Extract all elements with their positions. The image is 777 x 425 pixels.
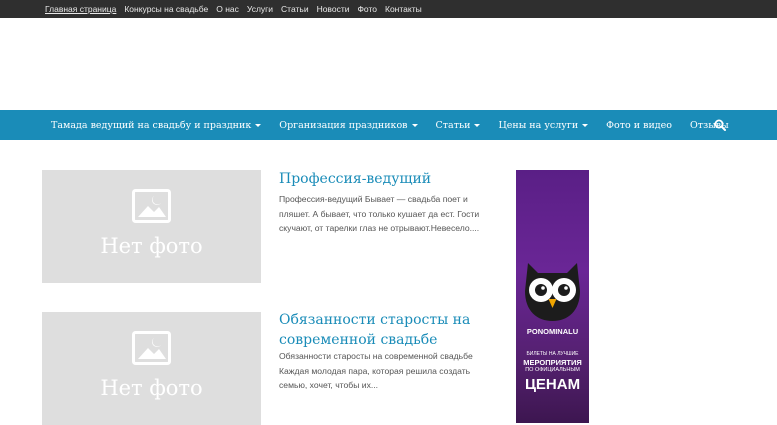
post-thumbnail[interactable]: Нет фото bbox=[42, 170, 261, 283]
nav-item-label: Статьи bbox=[435, 119, 471, 131]
nav-item-articles[interactable]: Статьи bbox=[427, 120, 490, 131]
top-link-contacts[interactable]: Контакты bbox=[385, 4, 422, 14]
caret-down-icon bbox=[582, 123, 589, 127]
caret-down-icon bbox=[255, 123, 262, 127]
top-link-photo[interactable]: Фото bbox=[357, 4, 377, 14]
nav-item-label: Фото и видео bbox=[606, 119, 672, 131]
banner-headline: ЦЕНАМ bbox=[524, 376, 581, 393]
post-thumbnail[interactable]: Нет фото bbox=[42, 312, 261, 425]
nav-item-label: Организация праздников bbox=[279, 119, 408, 131]
top-link-about[interactable]: О нас bbox=[216, 4, 239, 14]
nav-item-photo-video[interactable]: Фото и видео bbox=[597, 120, 681, 131]
nav-item-label: Цены на услуги bbox=[498, 119, 579, 131]
post-title[interactable]: Обязанности старосты на современной свад… bbox=[279, 310, 479, 350]
post-excerpt: Обязанности старосты на современной свад… bbox=[279, 351, 473, 390]
banner-text: МЕРОПРИЯТИЯ bbox=[523, 358, 582, 367]
banner-brand: PONOMINALU bbox=[526, 327, 579, 336]
image-placeholder-icon bbox=[132, 189, 171, 223]
banner-text: ПО ОФИЦИАЛЬНЫМ bbox=[525, 367, 580, 373]
top-bar: Главная страница Конкурсы на свадьбе О н… bbox=[0, 0, 777, 18]
image-placeholder-icon bbox=[132, 331, 171, 365]
top-link-articles[interactable]: Статьи bbox=[281, 4, 309, 14]
owl-logo-icon bbox=[525, 263, 580, 321]
nav-item-organization[interactable]: Организация праздников bbox=[270, 120, 426, 131]
nav-item-reviews[interactable]: Отзывы bbox=[681, 120, 738, 131]
search-icon[interactable] bbox=[714, 119, 726, 131]
no-photo-label: Нет фото bbox=[100, 376, 203, 400]
nav-menu: Тамада ведущий на свадьбу и праздник Орг… bbox=[42, 110, 738, 140]
nav-item-label: Тамада ведущий на свадьбу и праздник bbox=[51, 119, 252, 131]
top-links: Главная страница Конкурсы на свадьбе О н… bbox=[45, 0, 430, 18]
ad-banner[interactable]: PONOMINALU БИЛЕТЫ НА ЛУЧШИЕ МЕРОПРИЯТИЯ … bbox=[516, 170, 589, 423]
main-nav: Тамада ведущий на свадьбу и праздник Орг… bbox=[0, 110, 777, 140]
top-link-news[interactable]: Новости bbox=[317, 4, 350, 14]
no-photo-label: Нет фото bbox=[100, 234, 203, 258]
nav-item-tamada[interactable]: Тамада ведущий на свадьбу и праздник bbox=[42, 120, 270, 131]
top-link-contests[interactable]: Конкурсы на свадьбе bbox=[124, 4, 208, 14]
caret-down-icon bbox=[411, 123, 418, 127]
top-link-services[interactable]: Услуги bbox=[247, 4, 273, 14]
post-title[interactable]: Профессия-ведущий bbox=[279, 169, 479, 189]
banner-text: БИЛЕТЫ НА ЛУЧШИЕ bbox=[526, 351, 579, 357]
post-excerpt: Профессия-ведущий Бывает — свадьба поет … bbox=[279, 194, 480, 233]
nav-item-prices[interactable]: Цены на услуги bbox=[489, 120, 597, 131]
top-link-home[interactable]: Главная страница bbox=[45, 4, 116, 14]
caret-down-icon bbox=[474, 123, 481, 127]
